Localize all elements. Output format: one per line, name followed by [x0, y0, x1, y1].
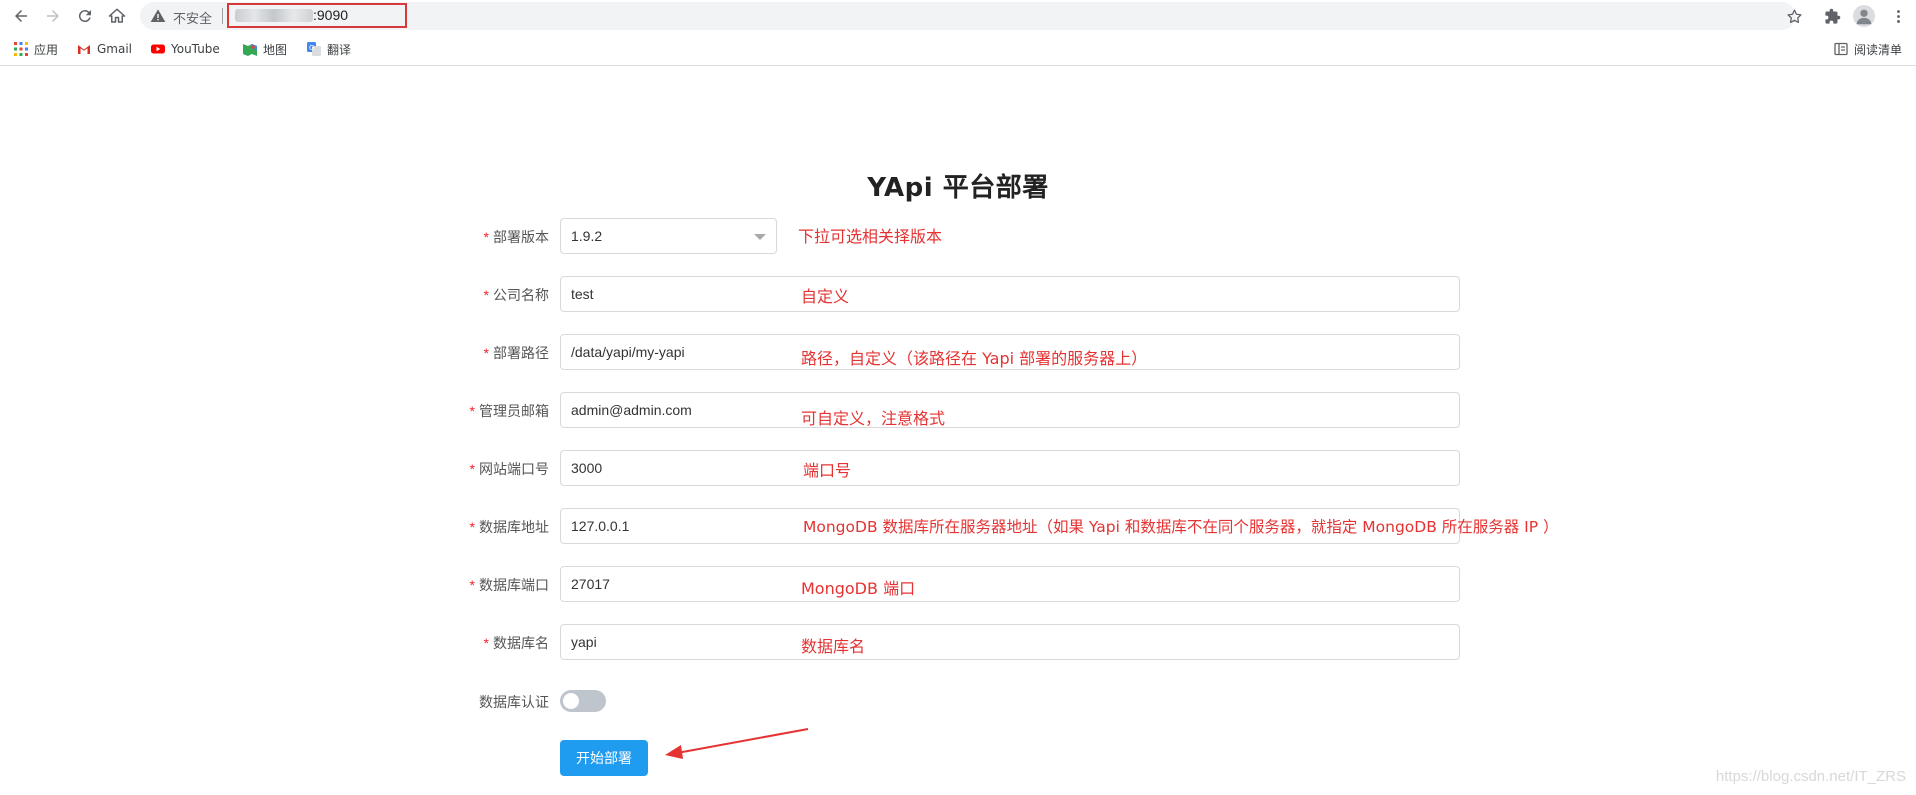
warning-icon: [150, 9, 166, 22]
reading-list-label: 阅读清单: [1854, 42, 1903, 57]
field-label-site-port: * 网站端口号: [469, 461, 549, 478]
url-port[interactable]: :9090: [313, 7, 348, 23]
form-row-site-port: * 网站端口号 3000 端口号: [0, 450, 1916, 486]
required-mark: *: [469, 461, 475, 477]
required-mark: *: [483, 635, 489, 651]
address-divider: [222, 8, 223, 24]
form-row-db-host: * 数据库地址 127.0.0.1 MongoDB 数据库所在服务器地址（如果 Y…: [0, 508, 1916, 544]
home-button[interactable]: [105, 4, 129, 28]
version-select-value: 1.9.2: [571, 228, 603, 244]
home-icon: [108, 8, 126, 23]
form-row-db-name: * 数据库名 yapi 数据库名: [0, 624, 1916, 660]
youtube-icon: [151, 44, 165, 54]
annotation-arrow-icon: [665, 728, 809, 759]
field-label-version: * 部署版本: [483, 229, 549, 246]
db-name-input[interactable]: yapi: [560, 624, 1460, 660]
form-row-admin-email: * 管理员邮箱 admin@admin.com 可自定义，注意格式: [0, 392, 1916, 428]
db-port-input[interactable]: 27017: [560, 566, 1460, 602]
forward-arrow-icon: [47, 10, 59, 22]
form-row-company: * 公司名称 test 自定义: [0, 276, 1916, 312]
watermark: https://blog.csdn.net/IT_ZRS: [1715, 768, 1906, 785]
star-icon: [1786, 8, 1802, 23]
field-label-company: * 公司名称: [483, 287, 549, 304]
annotation-version: 下拉可选相关择版本: [798, 227, 943, 246]
annotation-db-host: MongoDB 数据库所在服务器地址（如果 Yapi 和数据库不在同个服务器，就…: [803, 518, 1559, 536]
field-label-db-port: * 数据库端口: [469, 577, 549, 594]
bookmark-translate[interactable]: G 翻译: [307, 40, 351, 58]
db-auth-toggle[interactable]: [560, 690, 606, 712]
start-deploy-button[interactable]: 开始部署: [560, 740, 648, 776]
bookmark-youtube[interactable]: YouTube: [151, 40, 220, 58]
bookmarks-bar: 应用 Gmail YouTube 地图 G 翻译 阅读清单: [0, 32, 1916, 66]
required-mark: *: [483, 287, 489, 303]
bookmark-apps[interactable]: 应用: [14, 40, 58, 58]
required-mark: *: [469, 403, 475, 419]
admin-email-input[interactable]: admin@admin.com: [560, 392, 1460, 428]
form-row-db-auth: 数据库认证: [0, 682, 1916, 718]
person-icon: [1856, 9, 1872, 25]
page-title: YApi 平台部署: [867, 173, 1049, 203]
field-label-db-auth: 数据库认证: [479, 695, 549, 711]
bookmark-maps[interactable]: 地图: [243, 40, 287, 58]
dropdown-arrow-icon: [754, 234, 766, 240]
annotation-db-name: 数据库名: [801, 637, 866, 656]
apps-grid-icon: [14, 42, 28, 56]
bookmark-star-button[interactable]: [1784, 6, 1804, 26]
bookmark-gmail[interactable]: Gmail: [77, 40, 132, 58]
form-row-version: * 部署版本 1.9.2 下拉可选相关择版本: [0, 218, 1916, 254]
svg-text:G: G: [309, 44, 314, 52]
form-row-db-port: * 数据库端口 27017 MongoDB 端口: [0, 566, 1916, 602]
toggle-knob: [563, 693, 579, 709]
form-row-path: * 部署路径 /data/yapi/my-yapi 路径，自定义（该路径在 Yap…: [0, 334, 1916, 370]
field-label-db-name: * 数据库名: [483, 635, 549, 652]
field-label-db-host: * 数据库地址: [469, 519, 549, 536]
security-status[interactable]: 不安全: [173, 8, 212, 27]
reload-icon: [78, 10, 91, 23]
annotation-company: 自定义: [801, 287, 850, 306]
forward-button[interactable]: [41, 4, 65, 28]
annotation-db-port: MongoDB 端口: [801, 579, 916, 598]
annotation-path: 路径，自定义（该路径在 Yapi 部署的服务器上）: [801, 349, 1148, 368]
version-select[interactable]: 1.9.2: [560, 218, 777, 254]
required-mark: *: [483, 229, 489, 245]
back-button[interactable]: [9, 4, 33, 28]
maps-icon: [243, 44, 257, 56]
reading-list-icon: [1834, 42, 1848, 56]
bookmark-label: 应用: [34, 42, 59, 57]
gmail-icon: [78, 45, 90, 54]
back-arrow-icon: [15, 10, 27, 22]
required-mark: *: [469, 577, 475, 593]
required-mark: *: [469, 519, 475, 535]
bookmark-label: Gmail: [97, 42, 133, 56]
annotation-admin-email: 可自定义，注意格式: [801, 409, 946, 428]
url-redacted-host: [235, 9, 313, 22]
field-label-path: * 部署路径: [483, 345, 549, 362]
extensions-button[interactable]: [1822, 6, 1842, 26]
bookmark-label: 地图: [263, 42, 288, 57]
browser-toolbar: 不安全 :9090: [0, 0, 1916, 32]
company-name-input[interactable]: test: [560, 276, 1460, 312]
reload-button[interactable]: [73, 4, 97, 28]
profile-avatar-button[interactable]: [1853, 5, 1875, 27]
bookmark-label: 翻译: [327, 42, 352, 57]
field-label-admin-email: * 管理员邮箱: [469, 403, 549, 420]
required-mark: *: [483, 345, 489, 361]
bookmark-label: YouTube: [171, 42, 220, 56]
reading-list-button[interactable]: 阅读清单: [1834, 40, 1902, 58]
browser-menu-button[interactable]: [1888, 6, 1908, 26]
puzzle-icon: [1824, 8, 1840, 24]
annotation-site-port: 端口号: [803, 461, 852, 480]
kebab-menu-icon: [1896, 9, 1900, 23]
translate-icon: G: [307, 42, 321, 56]
site-port-input[interactable]: 3000: [560, 450, 1460, 486]
